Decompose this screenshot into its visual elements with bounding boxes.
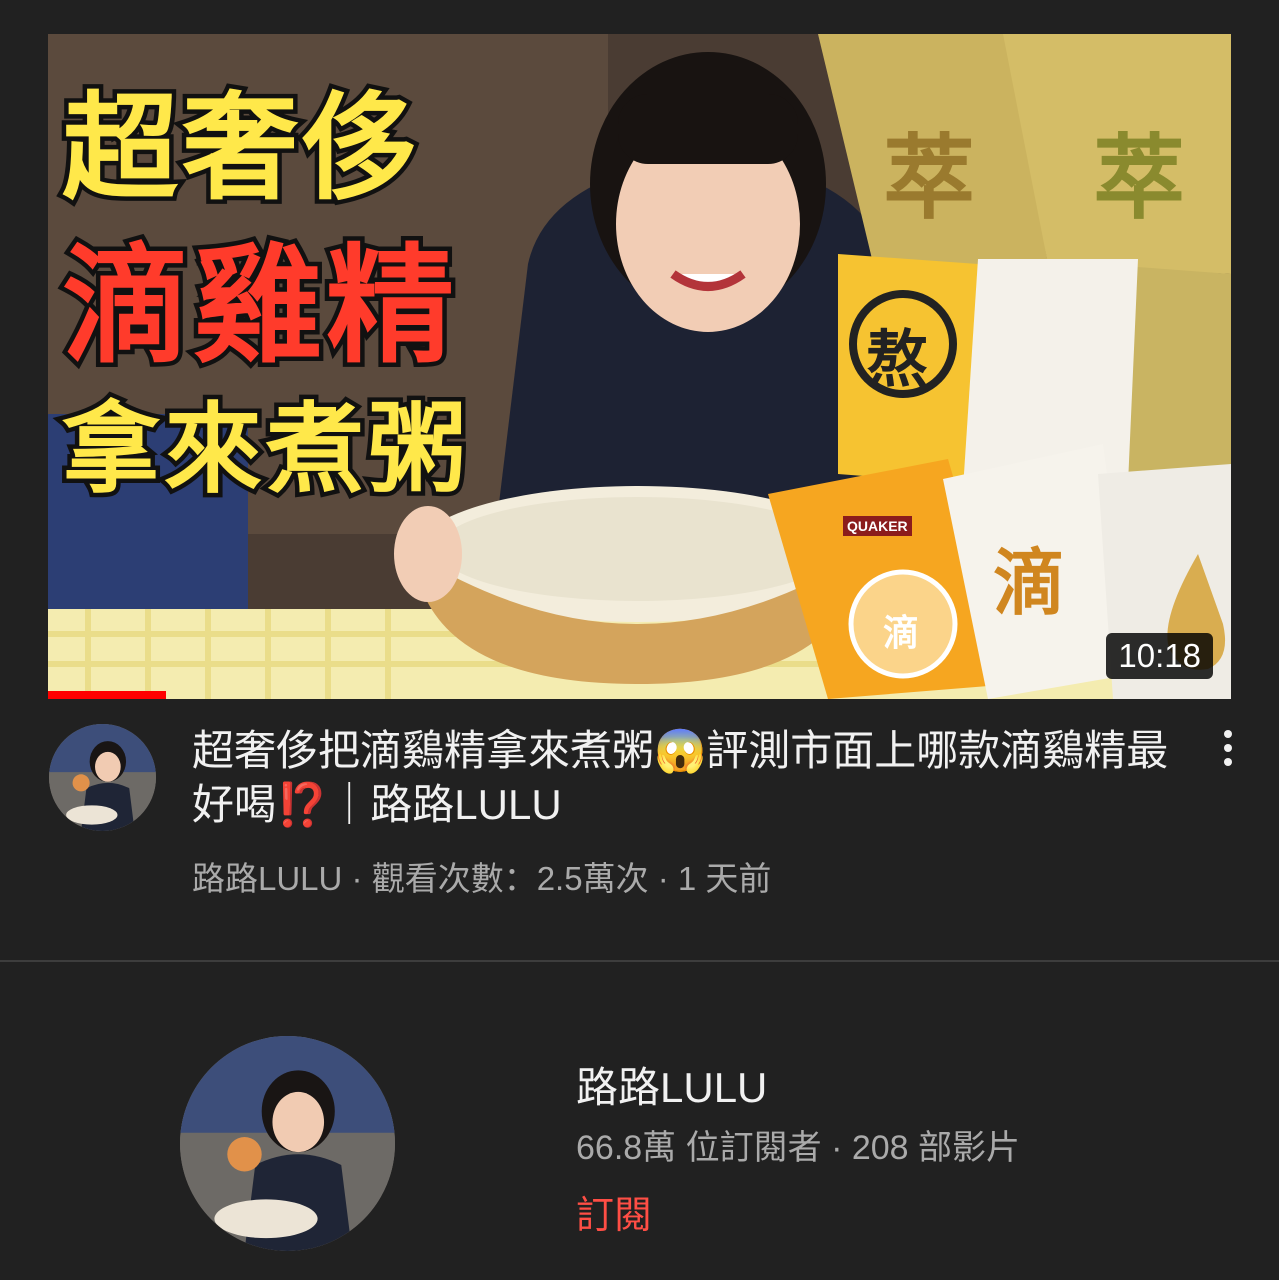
watch-progress-bar [48, 691, 166, 699]
channel-avatar[interactable] [49, 724, 156, 831]
thumbnail-headline-line3: 拿來煮粥 [57, 389, 471, 512]
more-vert-icon[interactable] [1216, 730, 1240, 778]
avatar-image [180, 1036, 395, 1251]
pack-label: 熬 [866, 323, 929, 396]
channel-name[interactable]: 路路LULU [576, 1054, 767, 1115]
thumbnail-headline-line1: 超奢侈 [58, 77, 423, 221]
pack-label: 滴 [883, 612, 920, 654]
avatar-image [49, 724, 156, 831]
subscribe-button[interactable]: 訂閱 [576, 1184, 652, 1239]
thumbnail-headline-line2: 滴雞精 [57, 228, 459, 386]
pack-label: 滴 [993, 540, 1066, 625]
pack-label: 萃 [883, 124, 976, 232]
duration-badge: 10:18 [1106, 633, 1213, 679]
video-thumbnail[interactable]: 超奢侈 滴雞精 拿來煮粥 萃 萃 熬 滴 滴 QUAKER 10:18 [48, 34, 1231, 699]
channel-stats: 66.8萬 位訂閱者 · 208 部影片 [576, 1129, 1021, 1167]
pack-label: 萃 [1093, 124, 1186, 232]
video-meta: 路路LULU · 觀看次數：2.5萬次 · 1 天前 [192, 860, 772, 897]
section-divider [0, 960, 1279, 962]
video-title[interactable]: 超奢侈把滴鷄精拿來煮粥😱評測市面上哪款滴鷄精最好喝⁉️｜路路LULU [192, 724, 1182, 832]
pack-brand-label: QUAKER [843, 516, 912, 536]
channel-avatar-large[interactable] [180, 1036, 395, 1251]
